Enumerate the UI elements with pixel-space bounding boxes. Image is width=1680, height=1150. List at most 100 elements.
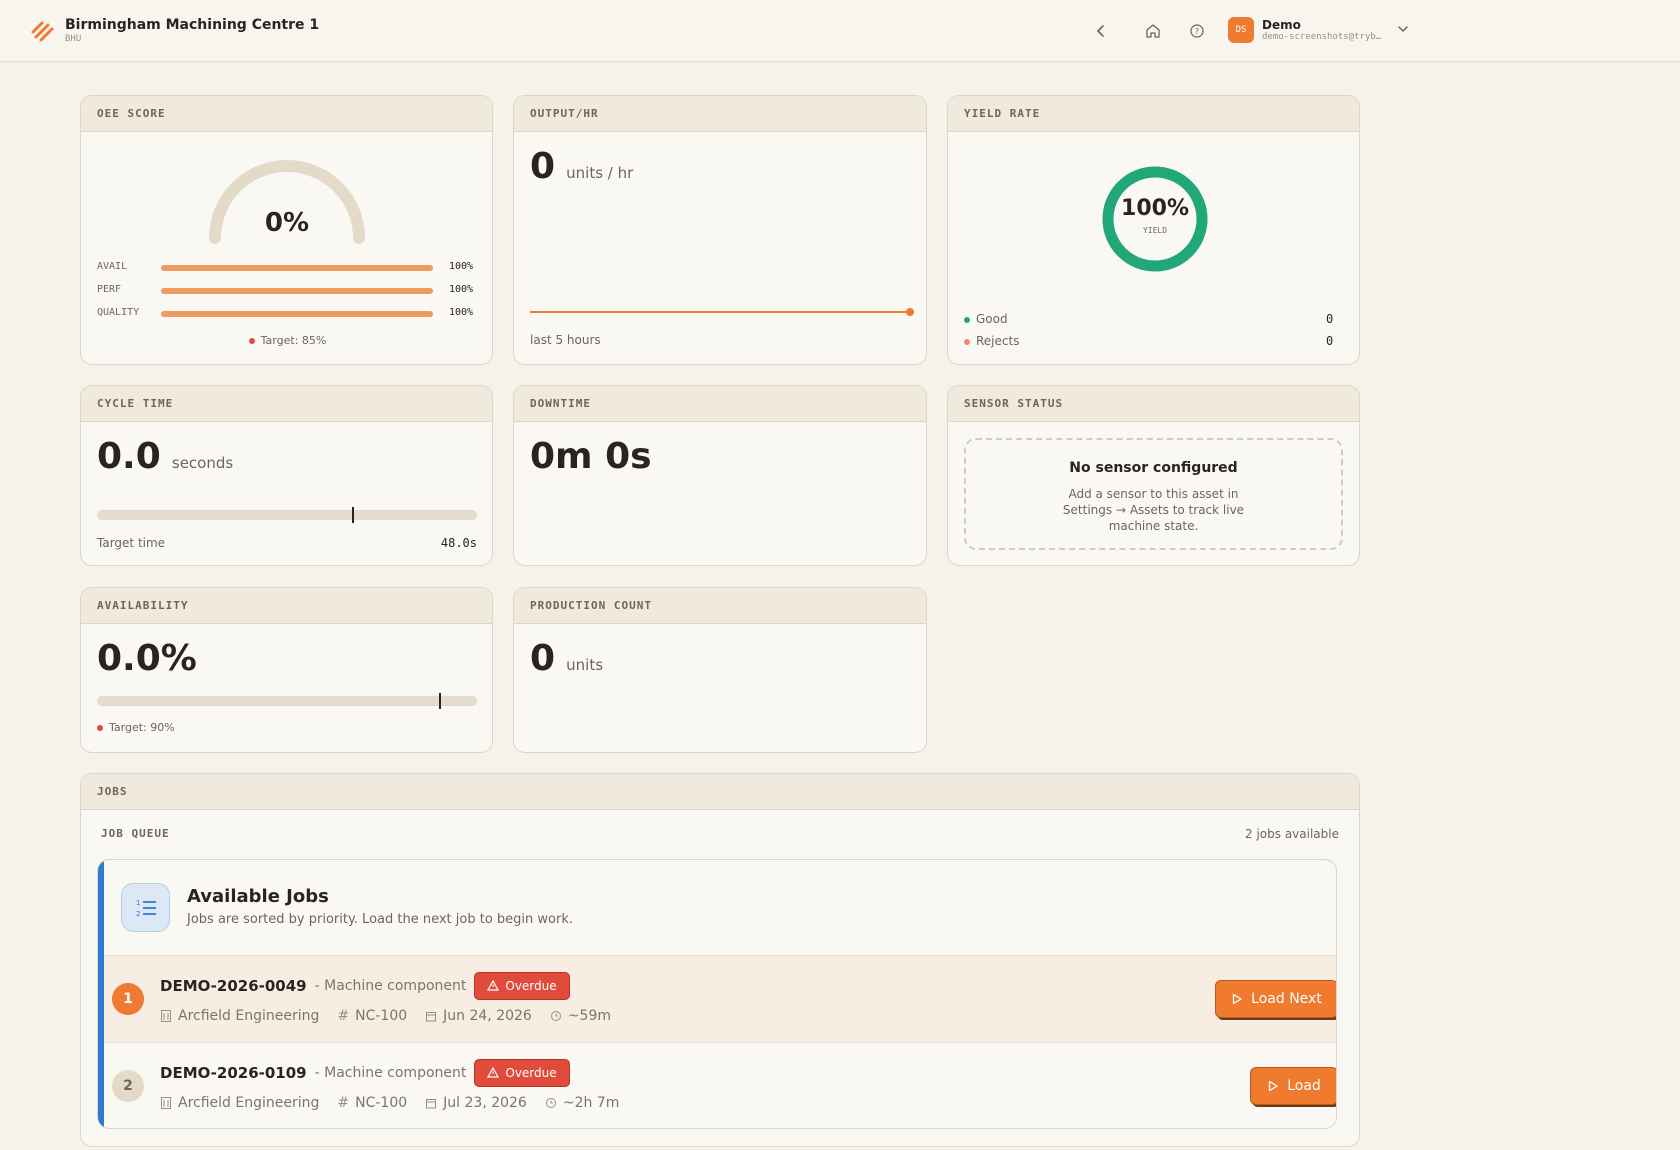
sensor-card-title: SENSOR STATUS — [948, 386, 1359, 422]
job-duration: ~2h 7m — [562, 1095, 620, 1111]
downtime-value: 0m 0s — [530, 436, 652, 477]
oee-avail-label: AVAIL — [97, 261, 128, 272]
load-next-button[interactable]: Load Next — [1215, 980, 1336, 1018]
cycle-unit: seconds — [171, 454, 234, 472]
sensor-heading: No sensor configured — [1069, 460, 1238, 476]
oee-target: Target: 85% — [81, 334, 492, 347]
oee-quality-label: QUALITY — [97, 307, 140, 318]
svg-text:1: 1 — [136, 899, 140, 907]
rejects-dot-icon — [964, 338, 970, 345]
job-part: NC-100 — [355, 1095, 408, 1111]
downtime-card-title: DOWNTIME — [514, 386, 926, 422]
play-icon — [1233, 993, 1242, 1005]
user-email: demo-screenshots@tryb… — [1262, 32, 1382, 42]
building-icon — [161, 1097, 171, 1109]
availability-track — [97, 696, 477, 706]
oee-avail-bar — [161, 265, 433, 271]
yield-card: YIELD RATE 100% YIELD Good 0 Rejects 0 — [947, 95, 1360, 365]
sensor-body: Add a sensor to this asset in Settings →… — [1062, 487, 1245, 533]
load-label: Load — [1287, 1078, 1321, 1094]
back-icon[interactable] — [1090, 20, 1112, 42]
cycle-target-label: Target time — [97, 536, 166, 550]
output-caption: last 5 hours — [530, 333, 601, 347]
building-icon — [161, 1010, 171, 1022]
target-dot-icon — [97, 725, 103, 731]
production-unit: units — [566, 656, 604, 674]
oee-score-value: 0% — [264, 208, 310, 238]
oee-perf-label: PERF — [97, 284, 122, 295]
user-avatar[interactable]: DS — [1228, 17, 1254, 43]
help-icon[interactable]: ? — [1186, 20, 1208, 42]
job-customer: Arcfield Engineering — [178, 1095, 320, 1111]
warning-icon — [487, 1067, 500, 1078]
clock-icon — [545, 1098, 556, 1108]
output-card: OUTPUT/HR 0 units / hr last 5 hours — [513, 95, 927, 365]
yield-rejects-label: Rejects — [976, 334, 1020, 348]
production-card-title: PRODUCTION COUNT — [514, 588, 926, 624]
job-customer: Arcfield Engineering — [178, 1008, 320, 1024]
overdue-badge: Overdue — [474, 1059, 570, 1087]
cycle-track — [97, 510, 477, 520]
availability-value: 0.0% — [97, 638, 197, 679]
availability-target: Target: 90% — [109, 721, 175, 734]
job-desc: - Machine component — [314, 1065, 467, 1081]
output-sparkline — [530, 308, 914, 316]
home-icon[interactable] — [1142, 20, 1164, 42]
production-count-card: PRODUCTION COUNT 0 units — [513, 587, 927, 753]
warning-icon — [487, 980, 500, 991]
job-duration: ~59m — [567, 1008, 612, 1024]
cycle-target-marker — [351, 507, 354, 523]
yield-card-title: YIELD RATE — [948, 96, 1359, 132]
app-title: Birmingham Machining Centre 1 — [65, 17, 320, 33]
job-rank-badge: 1 — [112, 983, 144, 1015]
job-rank-badge: 2 — [112, 1070, 144, 1102]
oee-quality-value: 100% — [449, 307, 474, 318]
good-dot-icon — [964, 316, 970, 323]
cycle-time-card: CYCLE TIME 0.0 seconds Target time 48.0s — [80, 385, 493, 566]
hash-icon: # — [337, 1095, 350, 1111]
output-unit: units / hr — [566, 164, 634, 182]
job-row[interactable]: 1 DEMO-2026-0049 - Machine component Ove… — [104, 955, 1336, 1042]
oee-perf-bar — [161, 288, 433, 294]
yield-value: 100% — [1121, 196, 1189, 221]
yield-good-value: 0 — [1326, 312, 1334, 326]
available-jobs-desc: Jobs are sorted by priority. Load the ne… — [187, 912, 573, 927]
top-bar: Birmingham Machining Centre 1 BHU ? DS D… — [0, 0, 1680, 62]
job-desc: - Machine component — [314, 978, 467, 994]
hash-icon: # — [337, 1008, 350, 1024]
job-date: Jul 23, 2026 — [443, 1095, 527, 1111]
yield-rejects-value: 0 — [1326, 334, 1334, 348]
job-row[interactable]: 2 DEMO-2026-0109 - Machine component Ove… — [104, 1042, 1336, 1128]
load-button[interactable]: Load — [1250, 1067, 1336, 1105]
target-dot-icon — [248, 338, 255, 344]
jobs-available-count: 2 jobs available — [1245, 827, 1339, 841]
overdue-badge: Overdue — [474, 972, 570, 1000]
available-jobs-title: Available Jobs — [187, 886, 329, 907]
downtime-card: DOWNTIME 0m 0s — [513, 385, 927, 566]
calendar-icon — [426, 1012, 437, 1022]
oee-target-text: Target: 85% — [260, 334, 327, 347]
oee-score-card: OEE SCORE 0% AVAIL 100% PERF 100% QUALIT… — [80, 95, 493, 365]
svg-text:?: ? — [1195, 27, 1199, 36]
svg-text:2: 2 — [136, 910, 140, 918]
jobs-card-title: JOBS — [81, 774, 1359, 810]
jobs-card: JOBS JOB QUEUE 2 jobs available 1 2 Avai… — [80, 773, 1360, 1147]
job-id[interactable]: DEMO-2026-0109 — [160, 1064, 307, 1082]
oee-avail-value: 100% — [449, 261, 474, 272]
load-next-label: Load Next — [1251, 991, 1322, 1007]
cycle-card-title: CYCLE TIME — [81, 386, 492, 422]
list-numbered-icon: 1 2 — [121, 883, 170, 932]
output-value: 0 — [530, 146, 556, 187]
clock-icon — [550, 1011, 561, 1021]
overdue-badge-label: Overdue — [505, 979, 557, 993]
app-logo-icon[interactable] — [30, 18, 56, 44]
sparkline-point — [906, 308, 914, 316]
cycle-target-value: 48.0s — [440, 536, 477, 550]
user-name[interactable]: Demo — [1262, 18, 1301, 32]
production-value: 0 — [530, 638, 556, 679]
chevron-down-icon[interactable] — [1396, 22, 1410, 36]
oee-perf-value: 100% — [449, 284, 474, 295]
job-date: Jun 24, 2026 — [443, 1008, 532, 1024]
calendar-icon — [426, 1099, 437, 1109]
job-id[interactable]: DEMO-2026-0049 — [160, 977, 307, 995]
